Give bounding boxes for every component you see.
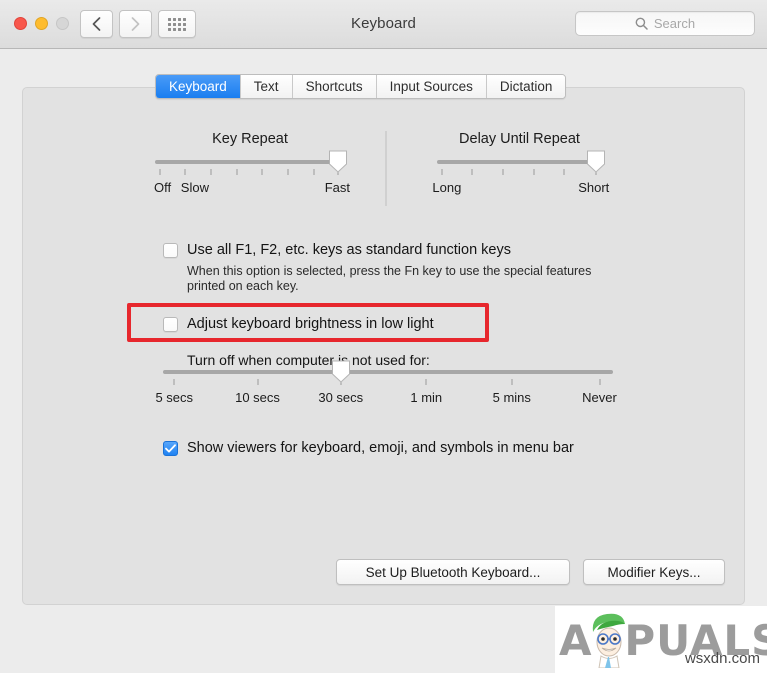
turn-off-label-0: 5 secs xyxy=(155,390,194,405)
preferences-panel xyxy=(22,87,745,605)
key-repeat-label-slow: Slow xyxy=(180,180,209,195)
slider-thumb-icon xyxy=(329,150,348,173)
tab-text[interactable]: Text xyxy=(240,75,293,98)
show-viewers-label: Show viewers for keyboard, emoji, and sy… xyxy=(187,440,574,456)
key-repeat-thumb[interactable] xyxy=(329,150,348,173)
search-placeholder: Search xyxy=(653,16,696,31)
search-field[interactable]: Search xyxy=(575,11,755,36)
turn-off-label-4: 5 mins xyxy=(492,390,531,405)
modifier-keys-label: Modifier Keys... xyxy=(607,564,701,580)
delay-label-long: Long xyxy=(432,180,462,195)
delay-label-short: Short xyxy=(578,180,610,195)
key-repeat-track[interactable] xyxy=(155,160,345,164)
slider-thumb-icon xyxy=(587,150,606,173)
modifier-keys-button[interactable]: Modifier Keys... xyxy=(583,559,725,585)
appuals-watermark: APPUALS wsxdn.com xyxy=(555,606,767,673)
delay-until-repeat-ticks xyxy=(437,169,602,175)
keyboard-preferences-window: Keyboard Search Keyboard Text Shortcuts … xyxy=(0,0,767,673)
delay-until-repeat-labels: Long Short xyxy=(432,180,609,196)
turn-off-ticks xyxy=(163,379,613,385)
function-keys-checkbox-row[interactable]: Use all F1, F2, etc. keys as standard fu… xyxy=(163,242,511,258)
key-repeat-labels: Off Slow Fast xyxy=(154,180,350,196)
delay-until-repeat-slider-group: Delay Until Repeat Long Short xyxy=(432,131,609,204)
setup-bluetooth-keyboard-button[interactable]: Set Up Bluetooth Keyboard... xyxy=(336,559,570,585)
key-repeat-ticks xyxy=(155,169,345,175)
slider-thumb-icon xyxy=(331,360,350,383)
panel-divider xyxy=(385,131,387,206)
tab-dictation[interactable]: Dictation xyxy=(486,75,566,98)
brightness-checkbox[interactable] xyxy=(163,317,178,332)
tab-text-label: Text xyxy=(253,79,279,94)
turn-off-label-5: Never xyxy=(582,390,617,405)
tab-input-sources[interactable]: Input Sources xyxy=(376,75,487,98)
tab-input-sources-label: Input Sources xyxy=(389,79,473,94)
setup-bluetooth-keyboard-label: Set Up Bluetooth Keyboard... xyxy=(365,564,541,580)
watermark-url: wsxdn.com xyxy=(684,650,760,667)
show-viewers-checkbox[interactable] xyxy=(163,441,178,456)
brightness-label: Adjust keyboard brightness in low light xyxy=(187,316,434,332)
turn-off-thumb[interactable] xyxy=(331,360,350,383)
appuals-mascot-icon xyxy=(592,613,625,668)
function-keys-checkbox[interactable] xyxy=(163,243,178,258)
tab-bar: Keyboard Text Shortcuts Input Sources Di… xyxy=(155,74,567,99)
turn-off-label: Turn off when computer is not used for: xyxy=(187,352,430,368)
show-viewers-checkbox-row[interactable]: Show viewers for keyboard, emoji, and sy… xyxy=(163,440,574,456)
title-bar: Keyboard Search xyxy=(0,0,767,49)
key-repeat-title: Key Repeat xyxy=(212,131,288,147)
delay-until-repeat-track[interactable] xyxy=(437,160,602,164)
key-repeat-label-off: Off xyxy=(154,180,172,195)
tab-keyboard-label: Keyboard xyxy=(169,79,227,94)
turn-off-label-3: 1 min xyxy=(410,390,443,405)
tab-shortcuts[interactable]: Shortcuts xyxy=(292,75,377,98)
search-icon xyxy=(635,17,648,30)
function-keys-label: Use all F1, F2, etc. keys as standard fu… xyxy=(187,242,511,258)
key-repeat-slider-group: Key Repeat Off Slow Fast xyxy=(154,131,350,204)
turn-off-slider-group: 5 secs 10 secs 30 secs 1 min 5 mins Neve… xyxy=(155,360,617,414)
turn-off-slider[interactable]: 5 secs 10 secs 30 secs 1 min 5 mins Neve… xyxy=(155,360,617,414)
tab-shortcuts-label: Shortcuts xyxy=(305,79,363,94)
key-repeat-label-fast: Fast xyxy=(324,180,351,195)
turn-off-labels: 5 secs 10 secs 30 secs 1 min 5 mins Neve… xyxy=(155,390,616,406)
turn-off-track[interactable] xyxy=(163,370,613,374)
checkmark-icon xyxy=(165,444,176,453)
delay-until-repeat-thumb[interactable] xyxy=(587,150,606,173)
function-keys-description: When this option is selected, press the … xyxy=(187,264,592,293)
tab-keyboard[interactable]: Keyboard xyxy=(156,75,241,98)
delay-until-repeat-slider[interactable]: Long Short xyxy=(432,150,609,204)
turn-off-label-1: 10 secs xyxy=(235,390,280,405)
brightness-checkbox-row[interactable]: Adjust keyboard brightness in low light xyxy=(163,316,434,332)
delay-until-repeat-title: Delay Until Repeat xyxy=(459,131,580,147)
turn-off-label-2: 30 secs xyxy=(318,390,364,405)
key-repeat-slider[interactable]: Off Slow Fast xyxy=(154,150,350,204)
tab-dictation-label: Dictation xyxy=(499,79,553,94)
